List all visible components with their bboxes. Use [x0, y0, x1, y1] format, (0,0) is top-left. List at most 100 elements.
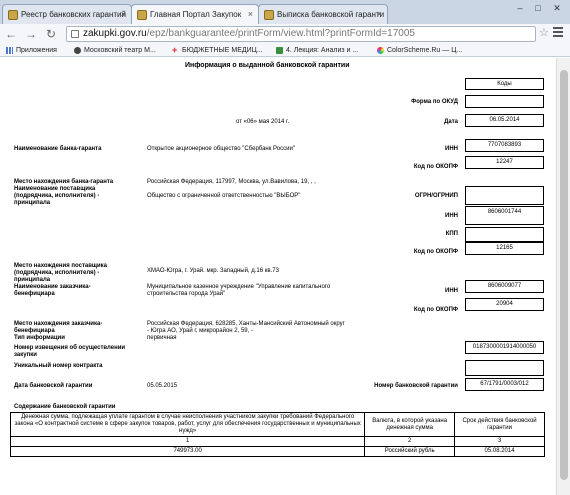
tab-guarantee-extract[interactable]: Выписка банковской гаранти ×	[258, 4, 388, 24]
customer-name-label: Наименование заказчика-бенефициара	[14, 284, 91, 297]
customer-okopf-cell: 20904	[465, 298, 544, 311]
okud-code-cell	[465, 95, 544, 108]
kpp-label: КПП	[445, 231, 458, 237]
guarantee-content-table: Денежная сумма, подлежащая уплате гарант…	[9, 412, 545, 457]
supplier-name-value: Общество с ограниченной ответственностью…	[147, 193, 301, 199]
close-icon[interactable]: ×	[377, 9, 382, 19]
table-row: 749973.00 Российский рубль 05.08.2014	[9, 446, 545, 457]
supplier-okopf-label: Код по ОКОПФ	[413, 249, 458, 255]
bank-name-label: Наименование банка-гаранта	[14, 146, 102, 152]
kpp-cell	[465, 227, 544, 242]
currency-cell: Российский рубль	[364, 446, 456, 457]
notice-number-cell: 0187300001914000050	[465, 341, 544, 354]
supplier-location-label: Место нахождения поставщика (подрядчика,…	[14, 263, 107, 283]
customer-inn-cell: 8606009077	[465, 280, 544, 293]
date-label: Дата	[444, 119, 458, 125]
table-header: Денежная сумма, подлежащая уплате гарант…	[9, 412, 366, 437]
amount-cell: 749973.00	[9, 446, 366, 457]
close-icon[interactable]: ×	[248, 9, 253, 19]
tab-label: Выписка банковской гаранти	[277, 10, 385, 19]
guarantee-number-cell: 67/1791/0003/012	[465, 378, 544, 391]
bank-okopf-cell: 12247	[465, 156, 544, 169]
red-cross-icon: +	[172, 45, 178, 55]
page-content: Информация о выданной банковской гаранти…	[0, 58, 556, 495]
theatre-icon	[74, 47, 81, 54]
codes-header: Коды	[465, 78, 544, 90]
lecture-icon	[276, 47, 283, 54]
supplier-inn-label: ИНН	[445, 213, 458, 219]
bookmark-theatre[interactable]: Московский театр М...	[74, 44, 156, 57]
customer-okopf-label: Код по ОКОПФ	[413, 307, 458, 313]
url-host: zakupki.gov.ru	[83, 28, 147, 39]
bookmark-label: Московский театр М...	[84, 47, 156, 54]
bookmark-star-icon[interactable]: ☆	[539, 26, 549, 39]
guarantee-date-label: Дата банковской гарантии	[14, 383, 93, 389]
validity-cell: 05.08.2014	[454, 446, 545, 457]
info-type-label: Тип информации	[14, 335, 65, 341]
date-text: от «06» мая 2014 г.	[236, 119, 290, 125]
ogrn-label: ОГРН/ОГРНИП	[414, 193, 458, 199]
customer-name-value: Муниципальное казенное учреждение "Управ…	[147, 284, 331, 297]
apps-icon	[6, 47, 13, 54]
supplier-name-label: Наименование поставщика (подрядчика, исп…	[14, 186, 100, 206]
document-title: Информация о выданной банковской гаранти…	[185, 62, 350, 69]
maximize-icon[interactable]: □	[530, 2, 546, 14]
table-cell: 3	[454, 436, 545, 447]
table-number-row: 1 2 3	[9, 436, 545, 447]
table-header-row: Денежная сумма, подлежащая уплате гарант…	[9, 412, 545, 437]
guarantee-number-label: Номер банковской гарантии	[374, 383, 458, 389]
palette-icon	[377, 47, 384, 54]
back-icon[interactable]: ←	[4, 26, 18, 42]
url-path: /epz/bankguarantee/printForm/view.html?p…	[146, 28, 415, 39]
bookmark-label: Приложения	[16, 47, 57, 54]
table-header: Срок действия банковской гарантии	[454, 412, 545, 437]
table-cell: 1	[9, 436, 366, 447]
bank-inn-cell: 7707083893	[465, 139, 544, 152]
coat-of-arms-icon	[137, 10, 147, 20]
date-code-cell: 06.05.2014	[465, 114, 544, 127]
bank-okopf-label: Код по ОКОПФ	[413, 164, 458, 170]
guarantee-date-value: 05.05.2015	[147, 383, 178, 389]
vertical-scrollbar[interactable]	[556, 58, 570, 495]
scrollbar-thumb[interactable]	[560, 70, 568, 480]
bookmark-apps[interactable]: Приложения	[6, 44, 57, 57]
customer-inn-label: ИНН	[445, 288, 458, 294]
info-type-value: первичная	[147, 335, 177, 341]
customer-location-label: Место нахождения заказчика-бенефициара	[14, 321, 103, 334]
supplier-location-value: ХМАО-Югра, г. Урай. мкр. Западный, д.16 …	[147, 268, 279, 274]
close-window-icon[interactable]: ✕	[549, 2, 565, 14]
bookmark-colorscheme[interactable]: ColorScheme.Ru — Ц...	[377, 44, 462, 57]
tab-strip: Реестр банковских гарантий × Главная Пор…	[0, 0, 570, 24]
customer-location-value: Российская Федерация, 628285, Ханты-Манс…	[147, 321, 345, 334]
notice-number-label: Номер извещения об осуществлении закупки	[14, 345, 126, 358]
browser-toolbar: ← → ↻ zakupki.gov.ru/epz/bankguarantee/p…	[0, 24, 570, 44]
menu-icon[interactable]	[553, 27, 563, 37]
bookmark-label: 4. Лекция: Анализ и ...	[286, 47, 359, 54]
bookmark-lecture[interactable]: 4. Лекция: Анализ и ...	[276, 44, 358, 57]
tab-label: Реестр банковских гарантий	[21, 10, 126, 19]
tab-guarantee-registry[interactable]: Реестр банковских гарантий ×	[2, 4, 132, 24]
content-label: Содержание банковской гарантии	[14, 404, 116, 410]
bank-inn-label: ИНН	[445, 146, 458, 152]
table-header: Валюта, в которой указана денежная сумма	[364, 412, 456, 437]
tab-main-portal[interactable]: Главная Портал Закупок ×	[131, 4, 259, 24]
bank-location-value: Российская Федерация, 117997, Москва, ул…	[147, 179, 316, 185]
bookmarks-bar: Приложения Московский театр М... + БЮДЖЕ…	[0, 44, 570, 57]
bookmark-medical[interactable]: + БЮДЖЕТНЫЕ МЕДИЦ...	[172, 44, 263, 57]
minimize-icon[interactable]: –	[512, 2, 528, 14]
close-icon[interactable]: ×	[121, 9, 126, 19]
bank-location-label: Место нахождения банка-гаранта	[14, 179, 114, 185]
supplier-inn-cell: 8606001744	[465, 206, 544, 225]
bookmark-label: БЮДЖЕТНЫЕ МЕДИЦ...	[182, 47, 263, 54]
okud-label: Форма по ОКУД	[411, 99, 458, 105]
reload-icon[interactable]: ↻	[44, 26, 58, 42]
bookmark-label: ColorScheme.Ru — Ц...	[387, 47, 463, 54]
address-bar[interactable]: zakupki.gov.ru/epz/bankguarantee/printFo…	[66, 26, 536, 42]
table-cell: 2	[364, 436, 456, 447]
tab-label: Главная Портал Закупок	[150, 10, 242, 19]
supplier-okopf-cell: 12165	[465, 242, 544, 255]
coat-of-arms-icon	[8, 10, 18, 20]
page-icon	[71, 30, 79, 38]
coat-of-arms-icon	[264, 10, 274, 20]
forward-icon[interactable]: →	[24, 26, 38, 42]
